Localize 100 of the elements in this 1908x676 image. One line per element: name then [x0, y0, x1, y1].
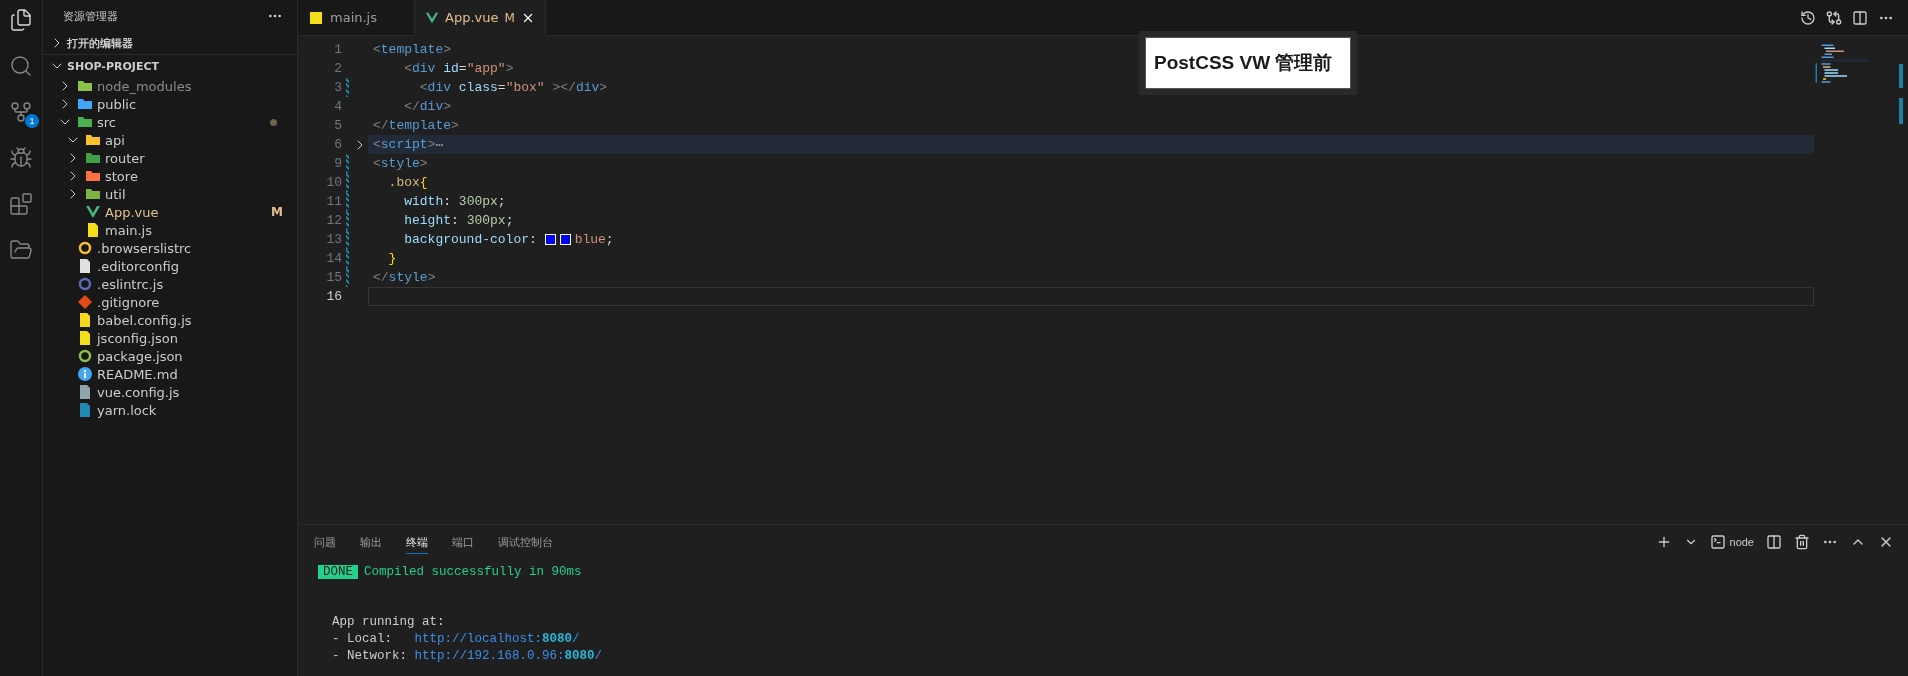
section-header[interactable]: SHOP-PROJECT: [43, 54, 297, 77]
line-number: 15: [325, 270, 342, 285]
activity-button[interactable]: 1: [5, 96, 37, 128]
file-item[interactable]: babel.config.js: [43, 311, 297, 329]
panel-tab[interactable]: 输出: [360, 530, 382, 554]
compare-icon[interactable]: [1826, 9, 1842, 26]
modified-label: M: [271, 205, 283, 219]
file-name: babel.config.js: [97, 312, 193, 328]
line-number: 10: [325, 175, 342, 190]
split-icon[interactable]: [1766, 534, 1782, 550]
code-line: <style>: [373, 156, 428, 171]
file-item[interactable]: .eslintrc.js: [43, 275, 297, 293]
terminal-icon: [1709, 534, 1726, 550]
folder-item[interactable]: util: [43, 185, 297, 203]
terminal-text: - Local:: [331, 631, 393, 646]
file-name: .eslintrc.js: [97, 276, 165, 292]
line-number: 1: [333, 42, 342, 57]
split-icon[interactable]: [1852, 9, 1868, 26]
file-name: node_modules: [97, 78, 193, 94]
file-item[interactable]: .editorconfig: [43, 257, 297, 275]
search-icon: [9, 54, 33, 78]
line-number: 16: [325, 289, 342, 304]
line-number: 13: [325, 232, 342, 247]
file-name: router: [105, 150, 146, 166]
code-line: <template>: [373, 42, 452, 57]
code-line: </template>: [373, 118, 459, 133]
file-name: public: [97, 96, 138, 112]
file-item[interactable]: .gitignore: [43, 293, 297, 311]
folder-item[interactable]: router: [43, 149, 297, 167]
modified-label: M: [504, 10, 515, 25]
folder-item[interactable]: node_modules: [43, 77, 297, 95]
file-name: main.js: [105, 222, 153, 238]
folder-item[interactable]: src: [43, 113, 297, 131]
code-line: <script>⋯: [373, 136, 444, 153]
terminal-text: App running at:: [331, 614, 445, 629]
code-line: <div class="box" ></div>: [418, 80, 608, 95]
color-swatch[interactable]: [559, 234, 571, 245]
folder-item[interactable]: public: [43, 95, 297, 113]
panel-tab[interactable]: 终端: [406, 530, 428, 554]
file-item[interactable]: yarn.lock: [43, 401, 297, 419]
line-number: 12: [325, 213, 342, 228]
code-line: </style>: [373, 270, 436, 285]
history-icon[interactable]: [1800, 9, 1816, 26]
folder-icon: [9, 238, 33, 262]
blocks-icon: [9, 192, 33, 216]
file-item[interactable]: App.vue M: [43, 203, 297, 221]
file-name: api: [105, 132, 126, 148]
line-number: 6: [333, 137, 342, 152]
line-number: 9: [333, 156, 342, 171]
file-name: package.json: [97, 348, 184, 364]
terminal-text: - Network:: [331, 648, 408, 663]
file-name: yarn.lock: [97, 402, 158, 418]
file-item[interactable]: .browserslistrc: [43, 239, 297, 257]
code-line: </div>: [403, 99, 452, 114]
line-number: 3: [333, 80, 342, 95]
code-line: .box{: [387, 175, 428, 190]
section-header[interactable]: 打开的编辑器: [43, 32, 297, 54]
count-badge: 1: [25, 114, 39, 128]
tab-label: main.js: [330, 10, 377, 25]
file-item[interactable]: jsconfig.json: [43, 329, 297, 347]
section-title: SHOP-PROJECT: [67, 59, 159, 73]
file-name: src: [97, 114, 117, 130]
folder-item[interactable]: store: [43, 167, 297, 185]
file-item[interactable]: README.md: [43, 365, 297, 383]
code-line: background-color: blue;: [403, 232, 614, 247]
code-line: <div id="app">: [403, 61, 514, 76]
scrollbar-drawing: [1899, 64, 1903, 124]
color-swatch[interactable]: [544, 234, 556, 245]
tab-label: App.vue: [445, 10, 499, 25]
section-title: 打开的编辑器: [67, 35, 133, 51]
line-number: 2: [333, 61, 342, 76]
file-name: util: [105, 186, 127, 202]
line-number: 11: [325, 194, 342, 209]
code-line: }: [387, 251, 397, 266]
trash-icon[interactable]: [1794, 534, 1810, 550]
file-name: App.vue: [105, 204, 160, 220]
url-link[interactable]: http://localhost:8080/: [414, 631, 580, 646]
line-number: 14: [325, 251, 342, 266]
file-name: .browserslistrc: [97, 240, 193, 256]
panel-tab[interactable]: 问题: [314, 530, 336, 554]
terminal-selector[interactable]: node: [1709, 534, 1754, 550]
file-item[interactable]: package.json: [43, 347, 297, 365]
files-icon: [9, 8, 33, 32]
file-name: .editorconfig: [97, 258, 180, 274]
panel-tab[interactable]: 调试控制台: [498, 530, 553, 554]
file-name: store: [105, 168, 139, 184]
branch-icon: [9, 100, 33, 124]
line-number: 4: [333, 99, 342, 114]
file-name: vue.config.js: [97, 384, 181, 400]
sidebar-title: 资源管理器: [63, 8, 118, 24]
folder-item[interactable]: api: [43, 131, 297, 149]
url-link[interactable]: http://192.168.0.96:8080/: [414, 648, 603, 663]
file-item[interactable]: main.js: [43, 221, 297, 239]
editor-tab[interactable]: App.vue M: [415, 0, 546, 36]
file-name: jsconfig.json: [97, 330, 179, 346]
file-item[interactable]: vue.config.js: [43, 383, 297, 401]
bug-icon: [9, 146, 33, 170]
code-line: height: 300px;: [403, 213, 514, 228]
terminal-text: Compiled successfully in 90ms: [364, 564, 582, 579]
panel-tab[interactable]: 端口: [452, 530, 474, 554]
